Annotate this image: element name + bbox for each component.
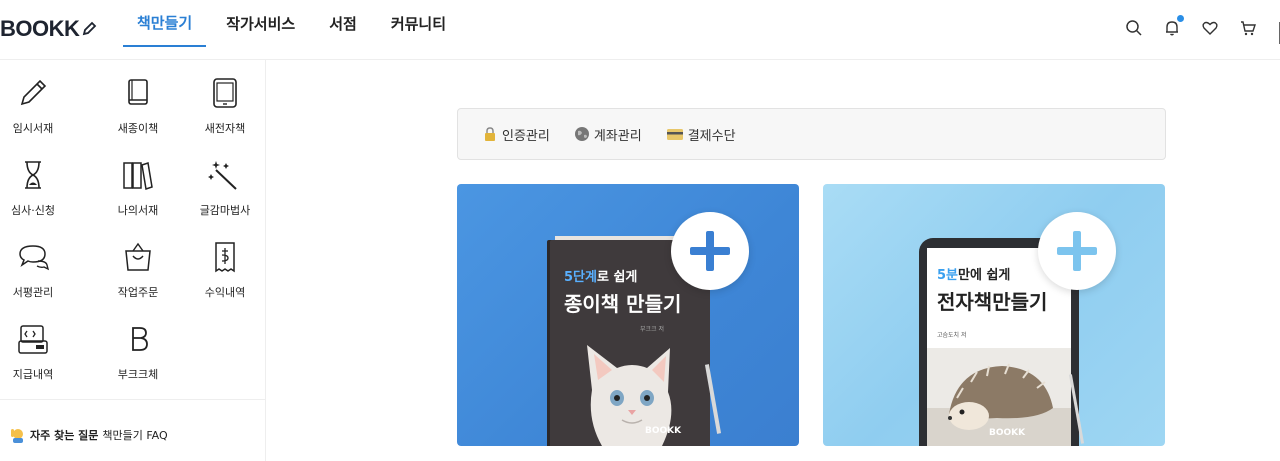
paper-book-title: 종이책 만들기 bbox=[564, 292, 682, 316]
plus-icon[interactable] bbox=[671, 212, 749, 290]
sidebar-item-bookk-font[interactable]: 부크크체 bbox=[92, 322, 184, 392]
sidebar-item-label: 글감마법사 bbox=[199, 204, 251, 217]
sidebar-item-label: 나의서재 bbox=[117, 204, 159, 217]
tablet-icon bbox=[213, 78, 237, 108]
cart-icon[interactable] bbox=[1238, 18, 1258, 38]
logo-pencil-icon bbox=[83, 21, 97, 36]
faq-link[interactable]: 자주 찾는 질문 책만들기 FAQ bbox=[10, 427, 168, 443]
ebook-author: 고슴도치 저 bbox=[937, 332, 967, 339]
nav-author-service[interactable]: 작가서비스 bbox=[212, 0, 309, 47]
account-tabs: 인증관리 계좌관리 결제수단 bbox=[457, 108, 1166, 160]
tab-label: 인증관리 bbox=[502, 128, 550, 144]
tab-account[interactable]: 계좌관리 bbox=[574, 125, 642, 144]
sidebar-menu: 임시서재 새종이책 새전자책 심사·신청 나의서재 글감마법사 서평관리 작업주… bbox=[0, 76, 266, 392]
faq-subtitle: 책만들기 FAQ bbox=[102, 429, 168, 442]
ebook-subtitle: 5분만에 쉽게 bbox=[937, 264, 1010, 283]
sidebar-item-work-orders[interactable]: 작업주문 bbox=[92, 240, 184, 310]
letter-b-icon bbox=[132, 327, 148, 351]
sidebar-item-label: 새종이책 bbox=[117, 122, 159, 135]
sidebar-divider bbox=[0, 399, 265, 400]
nav-book-making[interactable]: 책만들기 bbox=[123, 0, 207, 47]
nav-label: 커뮤니티 bbox=[390, 15, 447, 33]
sidebar-item-my-library[interactable]: 나의서재 bbox=[92, 158, 184, 228]
person-raising-hand-icon bbox=[11, 429, 23, 443]
nav-bookstore[interactable]: 서점 bbox=[315, 0, 371, 47]
nav-community[interactable]: 커뮤니티 bbox=[377, 0, 460, 47]
hourglass-icon bbox=[25, 161, 41, 189]
sidebar-item-label: 임시서재 bbox=[12, 122, 54, 135]
paper-book-brand: BOOKK bbox=[645, 426, 682, 436]
sidebar-item-drafts[interactable]: 임시서재 bbox=[0, 76, 92, 146]
lock-icon bbox=[485, 127, 495, 141]
create-paper-book-card[interactable]: 5단계로 쉽게 종이책 만들기 부크크 저 BOOKK bbox=[457, 184, 799, 446]
ebook-brand: BOOKK bbox=[989, 428, 1026, 438]
nav-label: 작가서비스 bbox=[226, 15, 296, 33]
sidebar-item-label: 수익내역 bbox=[204, 286, 246, 299]
subtitle-rest: 만에 쉽게 bbox=[958, 268, 1011, 283]
sidebar-item-label: 작업주문 bbox=[117, 286, 159, 299]
pencil-icon bbox=[20, 79, 47, 106]
subtitle-rest: 로 쉽게 bbox=[596, 270, 638, 285]
payment-icon bbox=[18, 325, 48, 354]
shopping-bag-icon bbox=[125, 242, 151, 271]
tab-label: 결제수단 bbox=[687, 128, 736, 144]
tab-payment-method[interactable]: 결제수단 bbox=[666, 125, 736, 144]
bookshelf-icon bbox=[123, 162, 153, 190]
logo[interactable]: BOOKK bbox=[0, 16, 97, 42]
tab-verification[interactable]: 인증관리 bbox=[482, 125, 550, 144]
sidebar-item-writing-wizard[interactable]: 글감마법사 bbox=[184, 158, 266, 228]
create-ebook-card[interactable]: 5분만에 쉽게 전자책만들기 고슴도치 저 BOOKK bbox=[823, 184, 1165, 446]
chat-bubbles-icon bbox=[19, 245, 50, 271]
sidebar-item-review-apply[interactable]: 심사·신청 bbox=[0, 158, 92, 228]
paper-book-subtitle: 5단계로 쉽게 bbox=[564, 266, 637, 285]
logo-text: BOOKK bbox=[0, 16, 80, 41]
magic-wand-icon bbox=[208, 161, 237, 190]
tab-label: 계좌관리 bbox=[593, 128, 642, 144]
sidebar-item-label: 심사·신청 bbox=[11, 204, 55, 217]
faq-title: 자주 찾는 질문 bbox=[30, 429, 99, 442]
ebook-title: 전자책만들기 bbox=[937, 290, 1048, 314]
header-icons bbox=[1124, 15, 1258, 38]
subtitle-highlight: 5분 bbox=[937, 268, 959, 283]
sidebar-item-revenue[interactable]: 수익내역 bbox=[184, 240, 266, 310]
sidebar-item-new-ebook[interactable]: 새전자책 bbox=[184, 76, 266, 146]
plus-icon[interactable] bbox=[1038, 212, 1116, 290]
sidebar-item-label: 부크크체 bbox=[117, 368, 159, 381]
sidebar-item-label: 지급내역 bbox=[12, 368, 54, 381]
sidebar-item-payouts[interactable]: 지급내역 bbox=[0, 322, 92, 392]
nav-label: 책만들기 bbox=[137, 14, 193, 32]
top-header: BOOKK 책만들기 작가서비스 서점 커뮤니티 bbox=[0, 0, 1280, 60]
sidebar-item-label: 새전자책 bbox=[204, 122, 246, 135]
subtitle-highlight: 5단계 bbox=[564, 270, 597, 285]
receipt-icon bbox=[215, 242, 235, 273]
sidebar-item-label: 서평관리 bbox=[12, 286, 54, 299]
paper-book-author: 부크크 저 bbox=[640, 326, 664, 333]
main-nav: 책만들기 작가서비스 서점 커뮤니티 bbox=[123, 0, 466, 60]
search-icon[interactable] bbox=[1124, 18, 1144, 38]
heart-icon[interactable] bbox=[1200, 18, 1220, 38]
notification-dot bbox=[1177, 15, 1184, 22]
book-icon bbox=[128, 79, 148, 105]
sidebar-item-new-paper-book[interactable]: 새종이책 bbox=[92, 76, 184, 146]
globe-icon bbox=[574, 127, 589, 141]
sidebar: 임시서재 새종이책 새전자책 심사·신청 나의서재 글감마법사 서평관리 작업주… bbox=[0, 60, 266, 461]
credit-card-icon bbox=[666, 129, 683, 140]
bell-icon[interactable] bbox=[1162, 15, 1184, 38]
sidebar-item-review-management[interactable]: 서평관리 bbox=[0, 240, 92, 310]
nav-label: 서점 bbox=[329, 15, 357, 33]
